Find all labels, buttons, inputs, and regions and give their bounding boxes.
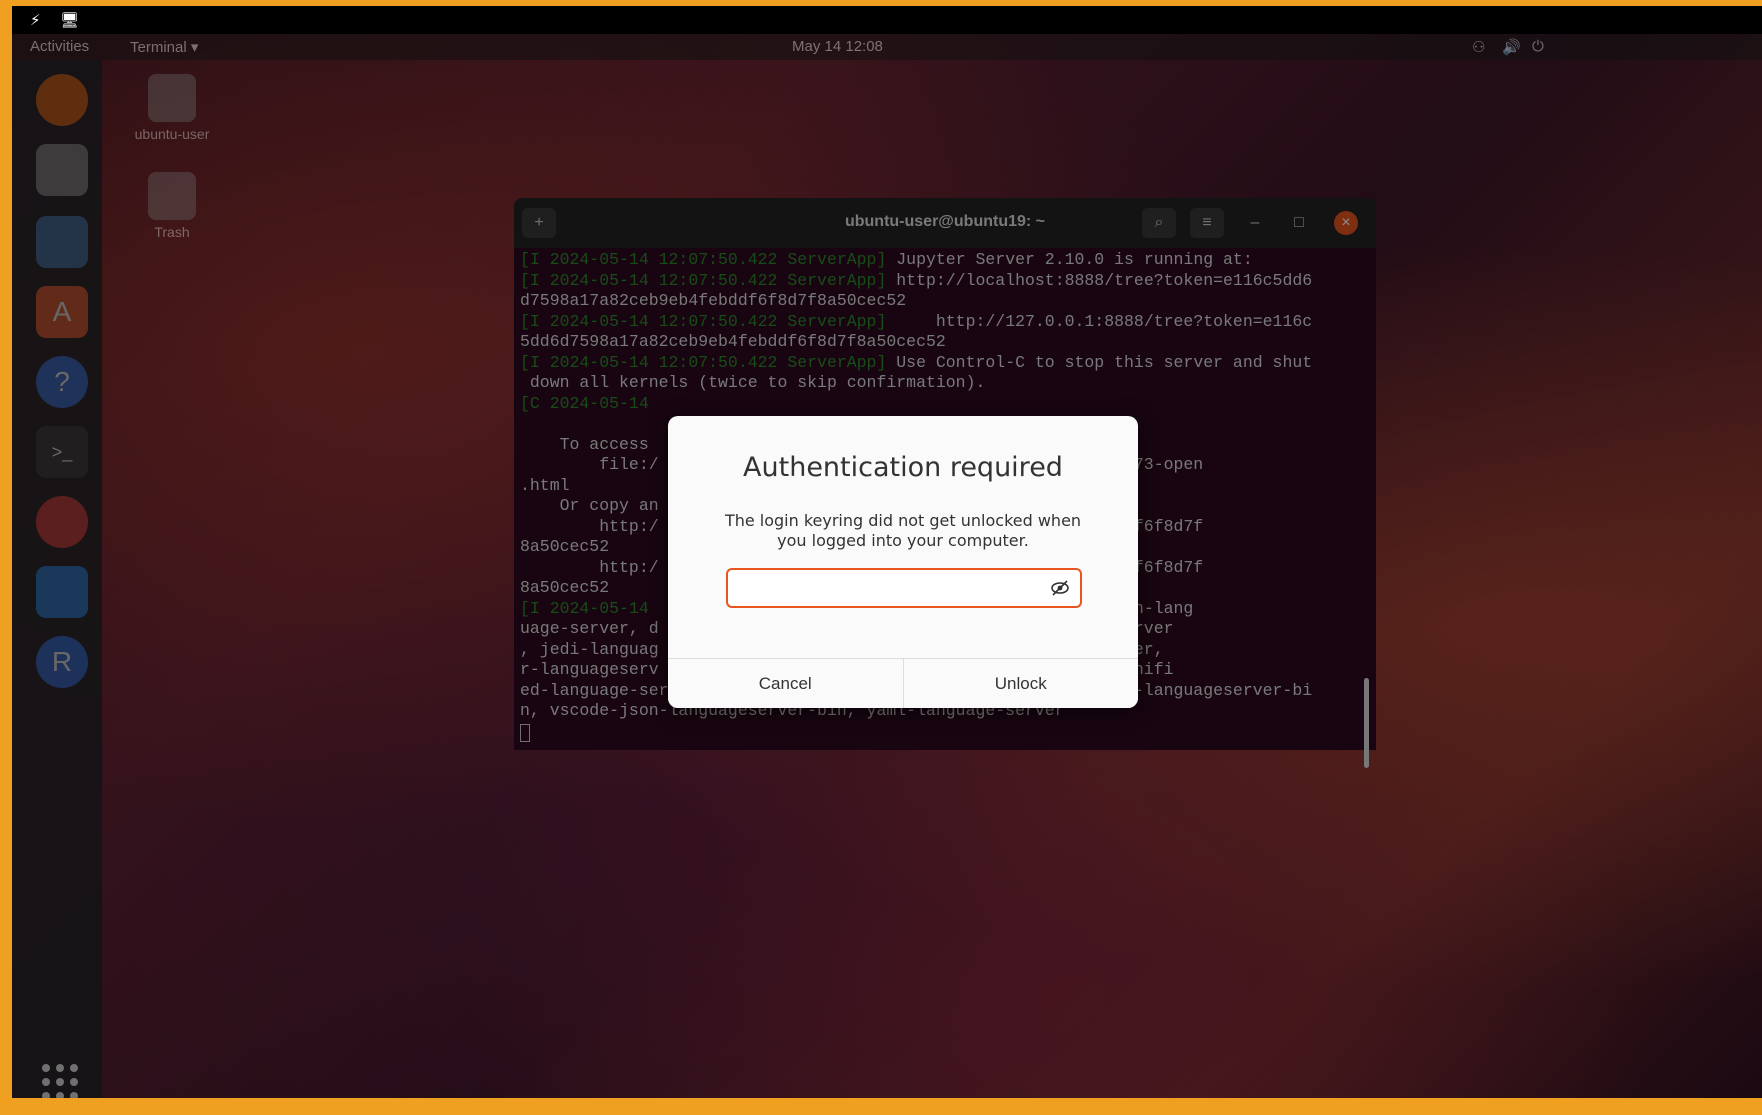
dialog-buttons: Cancel Unlock <box>668 658 1138 708</box>
terminal-scrollbar[interactable] <box>1364 678 1369 768</box>
vm-screen: ⚡ 🖥 Activities Terminal ▾ May 14 12:08 ⚇… <box>12 6 1762 1098</box>
top-bar: Activities Terminal ▾ May 14 12:08 ⚇ 🔊 ⏻ <box>12 34 1762 60</box>
dialog-message: The login keyring did not get unlocked w… <box>724 511 1082 550</box>
dialog-title: Authentication required <box>743 452 1063 483</box>
help-icon[interactable]: ? <box>36 356 88 408</box>
password-field[interactable] <box>726 568 1082 608</box>
terminal-icon[interactable]: >_ <box>36 426 88 478</box>
home-label: ubuntu-user <box>134 126 210 142</box>
show-apps-icon[interactable] <box>42 1064 78 1098</box>
monitor-icon[interactable]: 🖥 <box>60 11 79 29</box>
trash-label: Trash <box>154 224 190 240</box>
activities-button[interactable]: Activities <box>30 38 89 55</box>
dock: A ? >_ R <box>12 60 102 1098</box>
cancel-button[interactable]: Cancel <box>668 659 903 708</box>
vm-toolbar: ⚡ 🖥 <box>12 6 1762 34</box>
auth-dialog: Authentication required The login keyrin… <box>668 416 1138 708</box>
network-icon[interactable]: ⚇ <box>1472 38 1485 56</box>
software-center-icon[interactable]: A <box>36 286 88 338</box>
trash-icon[interactable]: Trash <box>122 172 222 240</box>
rstudio-icon[interactable]: R <box>36 636 88 688</box>
password-input[interactable] <box>738 577 1038 599</box>
files-icon[interactable] <box>36 144 88 196</box>
power-icon[interactable]: ⏻ <box>1532 38 1544 55</box>
volume-icon[interactable]: 🔊 <box>1502 38 1521 56</box>
show-password-icon[interactable] <box>1050 579 1070 597</box>
clock[interactable]: May 14 12:08 <box>792 38 883 55</box>
lightning-icon[interactable]: ⚡ <box>30 11 41 29</box>
unlock-button[interactable]: Unlock <box>902 659 1138 708</box>
text-editor-icon[interactable] <box>36 216 88 268</box>
home-folder-icon[interactable]: ubuntu-user <box>122 74 222 142</box>
vscode-icon[interactable] <box>36 566 88 618</box>
app-menu[interactable]: Terminal ▾ <box>130 38 198 56</box>
firefox-icon[interactable] <box>36 74 88 126</box>
chrome-icon[interactable] <box>36 496 88 548</box>
